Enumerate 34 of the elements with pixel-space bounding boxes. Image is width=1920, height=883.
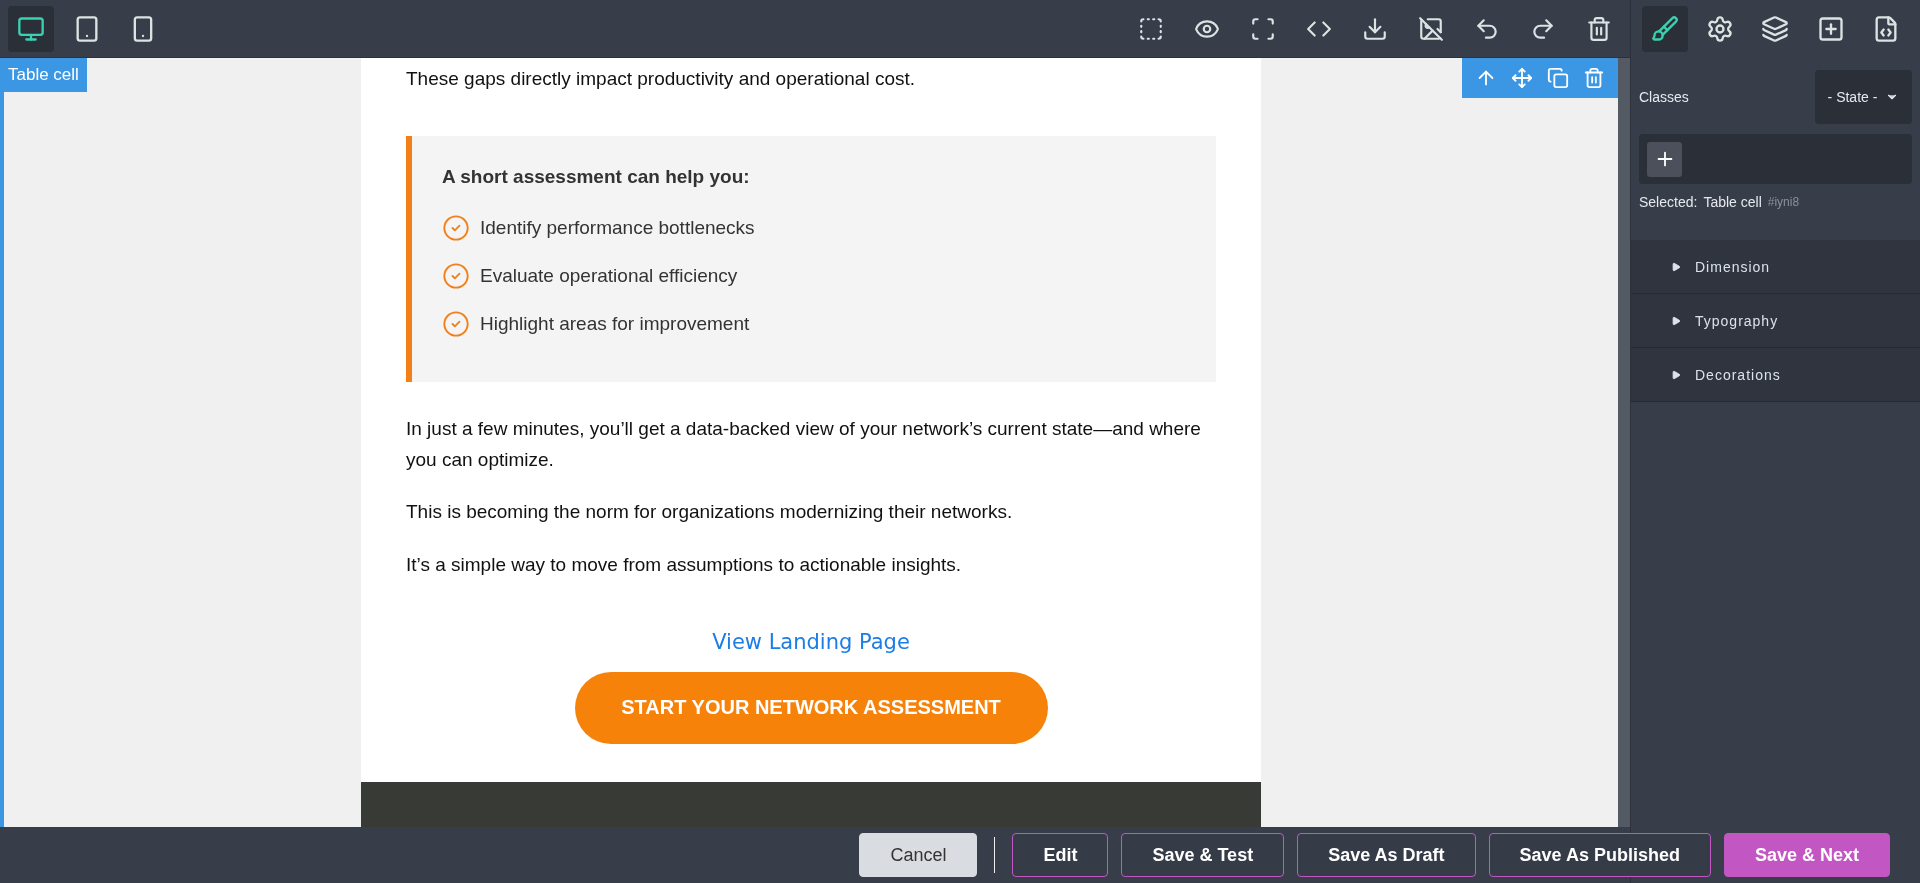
landing-page-link[interactable]: View Landing Page: [712, 629, 910, 654]
selected-id: #iyni8: [1767, 195, 1800, 209]
cancel-button[interactable]: Cancel: [859, 833, 978, 877]
body-paragraph: This is becoming the norm for organizations modernizing their networks.: [406, 500, 1014, 525]
callout-item: Evaluate operational efficiency: [480, 265, 738, 288]
callout-item: Identify performance bottlenecks: [480, 217, 755, 240]
check-circle-icon: [442, 310, 470, 339]
save-button[interactable]: Save & Next: [1723, 833, 1890, 877]
style-section[interactable]: Decorations: [1631, 348, 1920, 402]
monitor-icon: [17, 14, 45, 43]
body-paragraph: In just a few minutes, you’ll get a data-backed view of your network’s current state—and where you can optimize.: [406, 417, 1202, 472]
selected-label: Selected:: [1639, 194, 1698, 210]
classes-label: Classes: [1639, 89, 1689, 105]
style-section[interactable]: Dimension: [1631, 240, 1920, 294]
caret-icon: [1671, 369, 1681, 380]
body-paragraph: It’s a simple way to move from assumptions to actionable insights.: [406, 552, 963, 577]
brush-icon[interactable]: [1641, 6, 1688, 52]
selection-badge: Table cell: [4, 58, 87, 92]
save-button[interactable]: Edit: [1012, 833, 1109, 877]
check-circle-icon: [442, 262, 470, 291]
desktop-view-button[interactable]: [8, 5, 54, 52]
state-select[interactable]: - State -: [1815, 70, 1912, 124]
style-section[interactable]: Typography: [1631, 294, 1920, 348]
add-class-button[interactable]: [1647, 141, 1682, 177]
callout-title: A short assessment can help you:: [442, 166, 751, 189]
save-button[interactable]: Save As Draft: [1297, 833, 1476, 877]
save-button[interactable]: Save & Test: [1121, 833, 1285, 877]
selected-name: Table cell: [1703, 194, 1762, 210]
caret-icon: [1671, 315, 1681, 326]
caret-icon: [1671, 261, 1681, 272]
intro-text: These gaps directly impact productivity and operational cost.: [406, 67, 917, 91]
callout-item: Highlight areas for improvement: [480, 313, 750, 336]
save-button[interactable]: Save As Published: [1488, 833, 1711, 877]
check-circle-icon: [442, 214, 470, 243]
